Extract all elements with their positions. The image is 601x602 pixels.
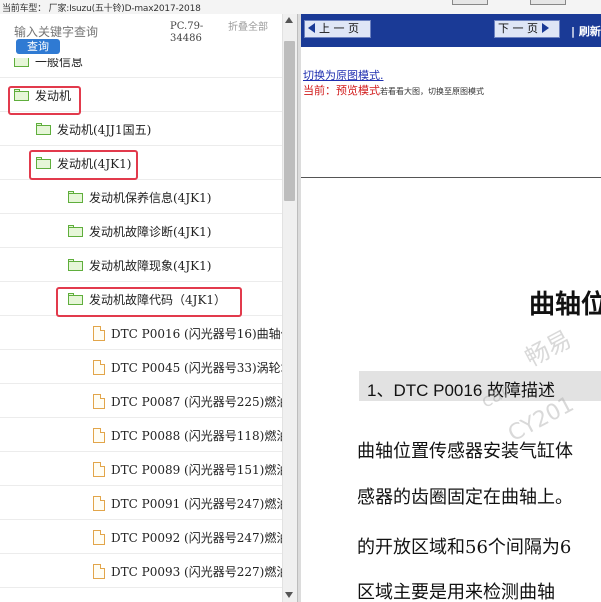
tree-item-label: 一般信息 <box>35 58 84 69</box>
prev-page-label: 上 一 页 <box>319 22 359 35</box>
folder-icon <box>68 191 83 203</box>
body-text-line: 的开放区域和56个间隔为6 <box>357 537 572 558</box>
tree-item-dtc[interactable]: DTC P0088 (闪光器号118)燃油 <box>0 418 282 452</box>
next-page-label: 下 一 页 <box>498 22 538 35</box>
tree-item-label: 发动机故障现象(4JK1) <box>89 258 212 273</box>
mode-status: 当前：预览模式若看看大图，切换至原图模式 <box>303 82 484 98</box>
document-icon <box>93 563 105 579</box>
current-mode: 当前：预览模式 <box>303 84 380 97</box>
highlight-box-engine-4jk1 <box>29 150 138 180</box>
mode-hint: 若看看大图，切换至原图模式 <box>380 87 484 96</box>
tree-item-dtc[interactable]: DTC P0089 (闪光器号151)燃油 <box>0 452 282 486</box>
prev-page-button[interactable]: 上 一 页 <box>304 20 371 38</box>
tree-item-label: DTC P0045 (闪光器号33)涡轮增 <box>111 360 282 375</box>
refresh-button[interactable]: | 刷新 <box>571 23 601 39</box>
toolbar-button-1[interactable] <box>452 0 488 5</box>
scroll-thumb[interactable] <box>284 41 295 201</box>
tree-item-dtc[interactable]: DTC P0087 (闪光器号225)燃油 <box>0 384 282 418</box>
document-icon <box>93 325 105 341</box>
folder-icon <box>36 123 51 135</box>
document-icon <box>93 427 105 443</box>
tree-item-dtc[interactable]: DTC P0091 (闪光器号247)燃油 <box>0 486 282 520</box>
arrow-right-icon <box>542 23 549 33</box>
body-text-line: 感器的齿圈固定在曲轴上。 <box>357 487 573 508</box>
tree-item-dtc[interactable]: DTC P0093 (闪光器号227)燃油 <box>0 554 282 588</box>
highlight-box-engine <box>8 86 81 115</box>
watermark: 畅易 <box>520 325 576 373</box>
tree-item-label: DTC P0092 (闪光器号247)燃油 <box>111 530 282 545</box>
body-text-line: 曲轴位置传感器安装气缸体 <box>357 441 573 462</box>
document-icon <box>93 393 105 409</box>
tree-item-label: DTC P0016 (闪光器号16)曲轴位 <box>111 326 282 341</box>
tree-item-label: 发动机保养信息(4JK1) <box>89 190 212 205</box>
viewer-nav-bar: 上 一 页 下 一 页 | 刷新 <box>301 14 601 47</box>
folder-icon <box>68 225 83 237</box>
refresh-label: 刷新 <box>578 25 601 38</box>
model-code: PC.79-34486 <box>170 21 204 44</box>
document-icon <box>93 529 105 545</box>
tree-item-label: 发动机(4JJ1国五) <box>57 122 152 137</box>
catalog-panel: 查询 PC.79-34486 折叠全部 一般信息 发动机 发动机(4JJ1国五)… <box>0 14 297 602</box>
document-icon <box>93 461 105 477</box>
search-button[interactable]: 查询 <box>16 39 60 54</box>
section-heading: 1、DTC P0016 故障描述 <box>367 381 555 400</box>
folder-icon <box>14 58 29 67</box>
tree-item-dtc[interactable]: DTC P0045 (闪光器号33)涡轮增 <box>0 350 282 384</box>
tree-item-label: DTC P0093 (闪光器号227)燃油 <box>111 564 282 579</box>
tree-item-label: DTC P0087 (闪光器号225)燃油 <box>111 394 282 409</box>
tree-item-dtc[interactable]: DTC P0016 (闪光器号16)曲轴位 <box>0 316 282 350</box>
next-page-button[interactable]: 下 一 页 <box>494 20 560 38</box>
tree-item-fault-diagnosis[interactable]: 发动机故障诊断(4JK1) <box>0 214 282 248</box>
vehicle-info: 当前车型： 厂家:Isuzu(五十铃)D-max2017-2018 <box>2 4 201 14</box>
catalog-tree: 一般信息 发动机 发动机(4JJ1国五) 发动机(4JK1) 发动机保养信息(4… <box>0 58 282 602</box>
document-icon <box>93 495 105 511</box>
top-strip: 当前车型： 厂家:Isuzu(五十铃)D-max2017-2018 <box>0 0 601 14</box>
tree-item-dtc[interactable]: DTC P0092 (闪光器号247)燃油 <box>0 520 282 554</box>
document-viewer: 上 一 页 下 一 页 | 刷新 切换为原图模式. 当前：预览模式若看看大图，切… <box>301 14 601 602</box>
document-title: 曲轴位 <box>529 290 601 320</box>
arrow-left-icon <box>308 23 315 33</box>
tree-item-maintenance-info[interactable]: 发动机保养信息(4JK1) <box>0 180 282 214</box>
scroll-up-arrow-icon[interactable] <box>285 17 293 23</box>
collapse-all-button[interactable]: 折叠全部 <box>228 22 268 34</box>
toolbar-button-2[interactable] <box>530 0 566 5</box>
document-icon <box>93 359 105 375</box>
page-separator <box>301 177 601 178</box>
tree-item-label: DTC P0088 (闪光器号118)燃油 <box>111 428 282 443</box>
folder-icon <box>68 259 83 271</box>
highlight-box-fault-codes <box>56 287 242 317</box>
tree-item-label: DTC P0091 (闪光器号247)燃油 <box>111 496 282 511</box>
tree-item-general-info[interactable]: 一般信息 <box>0 58 282 78</box>
tree-item-engine-4jj1[interactable]: 发动机(4JJ1国五) <box>0 112 282 146</box>
tree-item-label: DTC P0089 (闪光器号151)燃油 <box>111 462 282 477</box>
search-bar: 查询 PC.79-34486 折叠全部 <box>0 14 280 58</box>
body-text-line: 区域主要是用来检测曲轴 <box>357 582 555 602</box>
search-input[interactable] <box>14 25 134 39</box>
switch-original-mode-link[interactable]: 切换为原图模式. <box>303 67 384 83</box>
tree-item-fault-symptoms[interactable]: 发动机故障现象(4JK1) <box>0 248 282 282</box>
scroll-down-arrow-icon[interactable] <box>285 592 293 598</box>
tree-item-label: 发动机故障诊断(4JK1) <box>89 224 212 239</box>
